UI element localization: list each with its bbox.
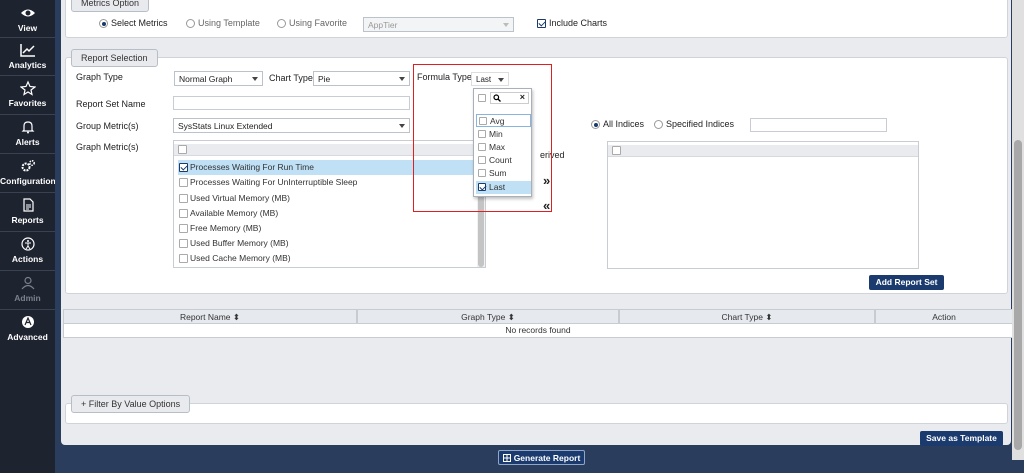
metric-checkbox[interactable] xyxy=(179,163,188,172)
sort-icon: ⬍ xyxy=(765,312,773,322)
report-set-name-input[interactable] xyxy=(173,96,410,110)
nav-admin[interactable]: Admin xyxy=(0,275,55,303)
nav-reports[interactable]: Reports xyxy=(0,197,55,225)
scrollbar-thumb[interactable] xyxy=(1014,140,1022,450)
all-indices-radio[interactable] xyxy=(591,120,600,129)
using-favorite-label: Using Favorite xyxy=(289,18,348,28)
using-template-label: Using Template xyxy=(198,18,260,28)
col-report-name[interactable]: Report Name ⬍ xyxy=(63,309,357,324)
include-charts-checkbox[interactable] xyxy=(537,19,546,28)
sidebar: View Analytics Favorites Alerts Configur… xyxy=(0,0,56,473)
sort-icon: ⬍ xyxy=(507,312,515,322)
nav-alerts[interactable]: Alerts xyxy=(0,119,55,147)
nav-view[interactable]: View xyxy=(0,5,55,33)
graph-type-label: Graph Type xyxy=(76,72,123,82)
filter-box xyxy=(65,403,1008,424)
metrics-option-legend: Metrics Option xyxy=(71,0,150,12)
selected-metrics-list[interactable] xyxy=(607,141,919,269)
nav-actions[interactable]: Actions xyxy=(0,236,55,264)
all-indices-label: All Indices xyxy=(603,119,645,129)
main-area: Metrics Option Select Metrics Using Temp… xyxy=(55,0,1024,473)
graph-metrics-label: Graph Metric(s) xyxy=(76,142,139,152)
report-selection-legend: Report Selection xyxy=(71,49,158,67)
star-icon xyxy=(19,80,36,96)
group-metrics-select[interactable]: SysStats Linux Extended xyxy=(173,118,410,133)
specified-indices-input[interactable] xyxy=(750,118,887,132)
metric-checkbox[interactable] xyxy=(179,254,188,263)
nav-favorites[interactable]: Favorites xyxy=(0,80,55,108)
chart-line-icon xyxy=(19,44,35,57)
col-action: Action xyxy=(875,309,1013,324)
grid-icon xyxy=(502,454,511,462)
generate-report-button[interactable]: Generate Report xyxy=(498,450,585,465)
sort-icon: ⬍ xyxy=(232,312,241,322)
include-charts-label: Include Charts xyxy=(549,18,608,28)
specified-indices-radio[interactable] xyxy=(654,120,663,129)
favorite-select[interactable]: AppTier xyxy=(363,17,514,32)
specified-indices-label: Specified Indices xyxy=(666,119,735,129)
metric-checkbox[interactable] xyxy=(179,209,188,218)
user-icon xyxy=(21,276,34,290)
metric-checkbox[interactable] xyxy=(179,224,188,233)
gears-icon xyxy=(21,160,35,172)
nav-advanced[interactable]: Advanced xyxy=(0,314,55,342)
highlight-box xyxy=(413,64,552,212)
table-empty-row: No records found xyxy=(63,324,1013,338)
accessibility-icon xyxy=(20,237,35,251)
metric-row[interactable]: Processes Waiting For UnInterruptible Sl… xyxy=(178,175,357,190)
metric-row[interactable]: Available Memory (MB) xyxy=(178,206,278,221)
selected-list-header xyxy=(608,145,918,157)
metric-checkbox[interactable] xyxy=(179,194,188,203)
group-metrics-label: Group Metric(s) xyxy=(76,121,139,131)
using-template-radio[interactable] xyxy=(186,19,195,28)
add-report-set-button[interactable]: Add Report Set xyxy=(869,275,944,290)
chevron-down-icon xyxy=(252,77,258,81)
chart-type-select[interactable]: Pie xyxy=(313,71,410,86)
metric-checkbox[interactable] xyxy=(179,239,188,248)
select-metrics-label: Select Metrics xyxy=(111,18,168,28)
save-as-template-button[interactable]: Save as Template xyxy=(920,431,1003,446)
metric-row[interactable]: Used Virtual Memory (MB) xyxy=(178,191,290,206)
metric-row[interactable]: Used Buffer Memory (MB) xyxy=(178,236,289,251)
advanced-icon xyxy=(21,316,34,328)
col-graph-type[interactable]: Graph Type ⬍ xyxy=(357,309,619,324)
document-icon xyxy=(22,198,34,212)
nav-analytics[interactable]: Analytics xyxy=(0,42,55,70)
page-scrollbar[interactable] xyxy=(1012,0,1024,460)
graph-type-select[interactable]: Normal Graph xyxy=(174,71,263,86)
chevron-down-icon xyxy=(399,124,405,128)
select-all-checkbox[interactable] xyxy=(178,145,187,154)
bell-icon xyxy=(21,121,34,134)
metric-row[interactable]: Free Memory (MB) xyxy=(178,221,261,236)
col-chart-type[interactable]: Chart Type ⬍ xyxy=(619,309,875,324)
metric-checkbox[interactable] xyxy=(179,178,188,187)
metric-row[interactable]: Used Cache Memory (MB) xyxy=(178,251,291,266)
eye-icon xyxy=(20,9,35,17)
filter-by-value-button[interactable]: + Filter By Value Options xyxy=(71,395,191,413)
report-set-name-label: Report Set Name xyxy=(76,99,146,109)
chevron-down-icon xyxy=(399,77,405,81)
using-favorite-radio[interactable] xyxy=(277,19,286,28)
nav-configuration[interactable]: Configuration xyxy=(0,158,56,186)
select-all-selected-checkbox[interactable] xyxy=(612,146,621,155)
select-metrics-radio[interactable] xyxy=(99,19,108,28)
chart-type-label: Chart Type xyxy=(269,73,313,83)
